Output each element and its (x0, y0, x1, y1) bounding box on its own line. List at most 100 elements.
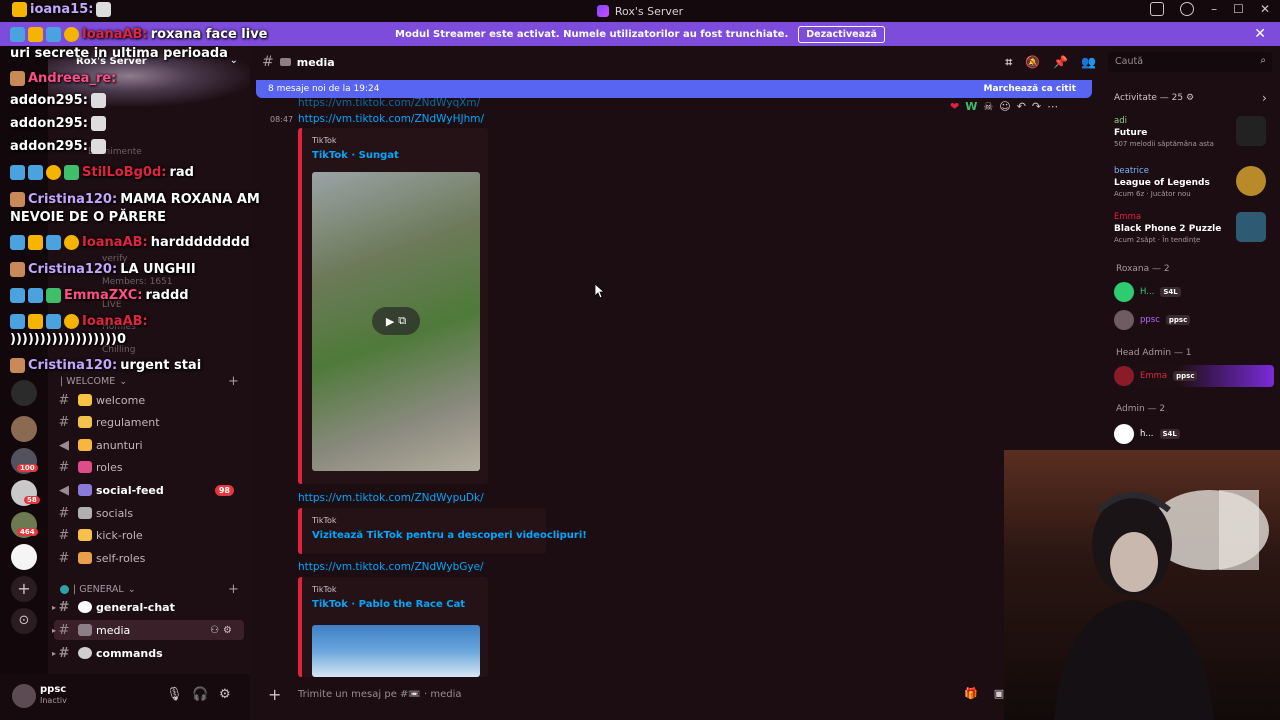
help-icon[interactable] (1180, 2, 1194, 16)
thread-arrow-icon: ▸ (52, 648, 57, 658)
channel-media[interactable]: ▸ # media ⚇⚙ (52, 620, 244, 640)
server-icon[interactable] (11, 416, 37, 442)
add-server-icon[interactable]: + (11, 576, 37, 602)
discover-icon[interactable]: ⊙ (11, 608, 37, 634)
add-reaction-icon[interactable]: ☺ (999, 100, 1010, 113)
reply-icon[interactable]: ↶ (1017, 100, 1026, 113)
channel-kick-role[interactable]: # kick-role (54, 525, 244, 545)
overlay-chat-text: roxana face live (150, 27, 268, 42)
gear-icon[interactable]: ⚙ (219, 687, 231, 702)
play-button[interactable]: ▶ ⧉ (372, 307, 420, 335)
message-link[interactable]: https://vm.tiktok.com/ZNdWybGye/ (298, 561, 484, 573)
add-channel-icon[interactable]: + (228, 582, 239, 597)
gear-icon[interactable]: ⚙ (1186, 93, 1194, 103)
embed-title[interactable]: Vizitează TikTok pentru a descoperi vide… (312, 530, 587, 541)
message-link[interactable]: https://vm.tiktok.com/ZNdWyqXm/ (298, 97, 480, 109)
video-thumbnail[interactable]: ▶ ⧉ (312, 172, 480, 471)
search-input[interactable]: Caută ⌕ (1108, 52, 1272, 72)
badge-icon (10, 288, 25, 303)
add-channel-icon[interactable]: + (228, 374, 239, 389)
close-banner-icon[interactable]: ✕ (1254, 26, 1266, 42)
member-panel: Activitate — 25 ⚙ › adi Future 507 melod… (1102, 80, 1280, 450)
activity-item[interactable]: Emma Black Phone 2 Puzzle Acum 2săpt · Î… (1114, 212, 1274, 244)
threads-icon[interactable]: ⌗ (1005, 55, 1012, 70)
activity-header[interactable]: Activitate — 25 ⚙ › (1114, 91, 1267, 105)
overlay-chat-line: NEVOIE DE O PĂRERE (10, 210, 166, 225)
mark-as-read-button[interactable]: Marchează ca citit (984, 84, 1076, 94)
channel-socials[interactable]: # socials (54, 503, 244, 523)
heart-reaction-icon[interactable]: ❤ (950, 100, 959, 113)
skull-reaction-icon[interactable]: ☠ (983, 100, 993, 113)
overlay-chat-line: Cristina120: MAMA ROXANA AM (10, 192, 260, 207)
overlay-chat-text: LA UNGHII (120, 262, 196, 277)
activity-item[interactable]: adi Future 507 melodii săptămâna asta (1114, 116, 1274, 148)
member-row[interactable]: H... S4L (1114, 281, 1274, 303)
overlay-chat-line: addon295: (10, 139, 106, 154)
channel-label: roles (96, 460, 123, 474)
overlay-chat-line: Andreea_re: (10, 71, 116, 86)
embed-title[interactable]: TikTok · Pablo the Race Cat (312, 599, 465, 610)
overlay-chat-line: IoanaAB: (10, 314, 148, 329)
disable-streamer-mode-button[interactable]: Dezactivează (798, 25, 885, 43)
message-input[interactable]: Trimite un mesaj pe #📼 · media (298, 689, 462, 700)
avatar[interactable] (12, 684, 36, 708)
chevron-down-icon[interactable]: ⌄ (230, 55, 238, 66)
scroll-emoji-icon (78, 416, 92, 428)
gift-badge-icon (46, 288, 61, 303)
bell-emoji-icon (78, 439, 92, 451)
video-thumbnail[interactable] (312, 625, 480, 677)
gift-icon[interactable]: 🎁 (964, 687, 978, 700)
overlay-chat-text: rad (169, 165, 194, 180)
thread-arrow-icon: ▸ (52, 625, 57, 635)
channel-anunturi[interactable]: ◀ anunturi (54, 435, 244, 455)
inbox-icon[interactable] (1150, 2, 1164, 16)
channel-settings-icons[interactable]: ⚇⚙ (210, 625, 236, 636)
member-row[interactable]: Emma ppsc (1114, 365, 1274, 387)
activity-item[interactable]: beatrice League of Legends Acum 6z · Juc… (1114, 166, 1274, 198)
overlay-chat-name: Cristina120: (28, 262, 118, 277)
member-row[interactable]: ppsc ppsc (1114, 309, 1274, 331)
overlay-chat-name: addon295: (10, 116, 88, 131)
channel-social-feed[interactable]: ◀ social-feed 98 (54, 480, 244, 500)
w-reaction-icon[interactable]: W (965, 100, 977, 113)
overlay-chat-line: Cristina120: LA UNGHII (10, 262, 196, 277)
unread-badge: 98 (214, 484, 234, 496)
forward-icon[interactable]: ↷ (1032, 100, 1041, 113)
channel-commands[interactable]: ▸ # commands (52, 643, 244, 663)
category-general[interactable]: | GENERAL ⌄ + (60, 582, 239, 597)
window-title: Rox's Server (596, 5, 683, 18)
external-link-icon: ⧉ (398, 314, 407, 327)
category-welcome[interactable]: | WELCOME ⌄ + (60, 374, 239, 389)
thread-arrow-icon: ▸ (52, 602, 57, 612)
chevron-right-icon[interactable]: › (1262, 91, 1267, 105)
speech-bubble-emoji-icon (78, 601, 92, 613)
crown-badge-icon (12, 2, 27, 17)
more-options-icon[interactable]: ⋯ (1047, 100, 1058, 113)
microphone-icon[interactable]: 🎙 (166, 687, 183, 702)
channel-general-chat[interactable]: ▸ # general-chat (52, 597, 244, 617)
message-link[interactable]: https://vm.tiktok.com/ZNdWypuDk/ (298, 492, 484, 504)
feed-emoji-icon (78, 484, 92, 496)
notifications-muted-icon[interactable]: 🔕 (1025, 55, 1040, 70)
add-attachment-icon[interactable]: + (268, 685, 281, 704)
server-icon-loe[interactable] (11, 544, 37, 570)
channel-welcome[interactable]: # welcome (54, 390, 244, 410)
message-link[interactable]: https://vm.tiktok.com/ZNdWyHJhm/ (298, 113, 484, 125)
mention-badge: 58 (24, 496, 40, 504)
member-list-icon[interactable]: 👥 (1081, 55, 1096, 70)
member-row[interactable]: h... S4L (1114, 423, 1274, 445)
channel-regulament[interactable]: # regulament (54, 412, 244, 432)
maximize-button[interactable]: ☐ (1233, 2, 1244, 16)
minimize-button[interactable]: – (1211, 2, 1217, 16)
gif-icon[interactable]: ▣ (994, 687, 1004, 700)
message-composer[interactable]: + Trimite un mesaj pe #📼 · media (256, 680, 1026, 708)
pin-icon[interactable]: 📌 (1053, 55, 1068, 70)
overlay-chat-text: urgent stai (120, 358, 202, 373)
channel-self-roles[interactable]: # self-roles (54, 548, 244, 568)
embed-title[interactable]: TikTok · Sungat (312, 150, 399, 161)
server-icon-w2g[interactable] (11, 380, 37, 406)
headphones-icon[interactable]: 🎧 (192, 687, 208, 702)
channel-roles[interactable]: # roles (54, 457, 244, 477)
sub-badge-icon (64, 27, 79, 42)
close-window-button[interactable]: ✕ (1260, 2, 1270, 16)
